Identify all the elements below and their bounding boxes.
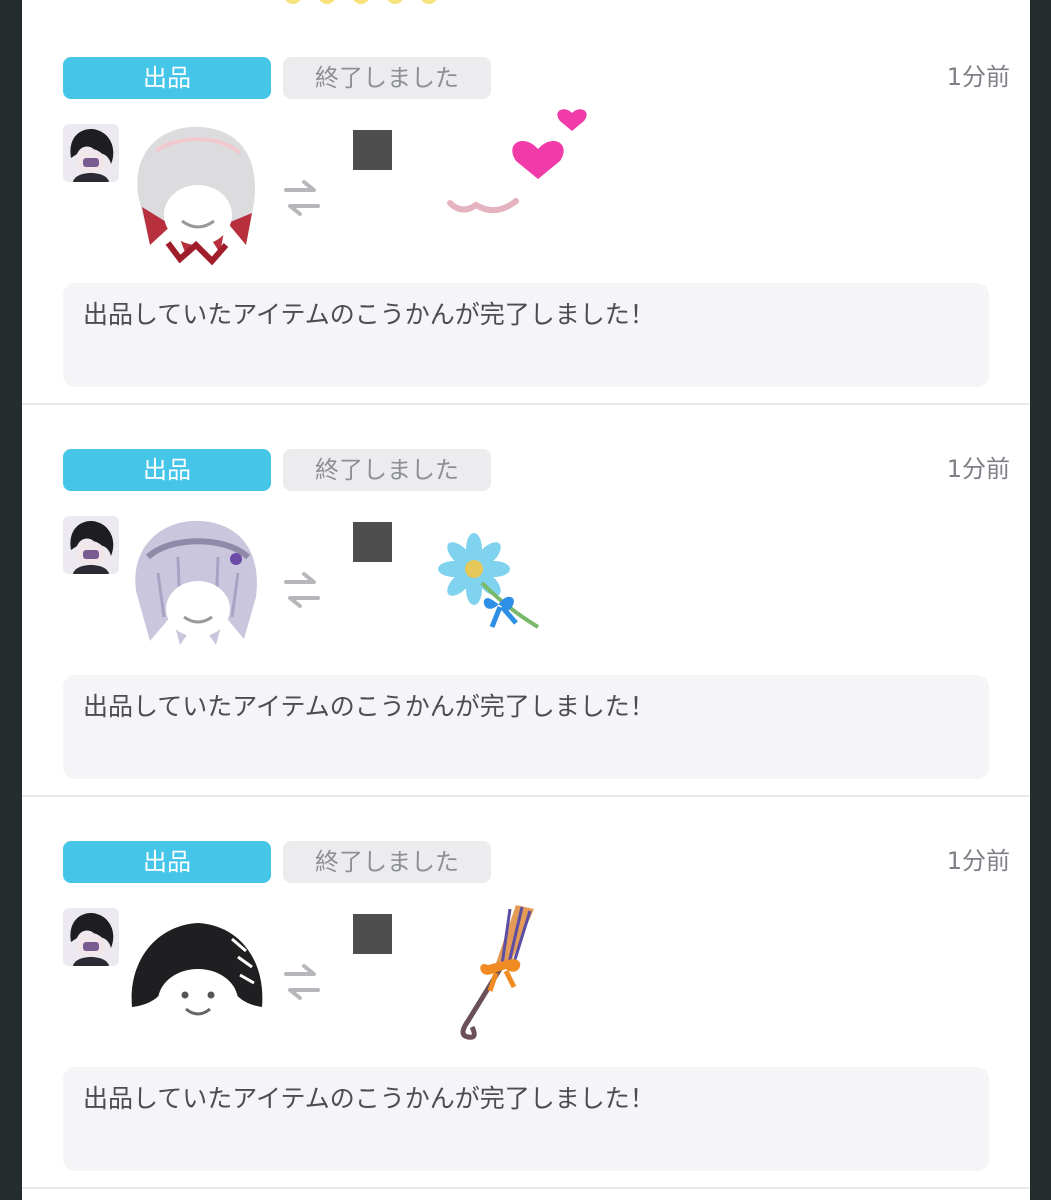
hidden-user-block: [353, 914, 392, 954]
rating-stars: [284, 0, 438, 4]
blue-flower-icon[interactable]: [412, 497, 592, 657]
avatar[interactable]: [63, 124, 119, 182]
message-box: 出品していたアイテムのこうかんが完了しました！: [63, 1067, 989, 1171]
exchange-arrows-icon: [284, 962, 320, 1002]
hidden-user-block: [353, 522, 392, 562]
message-box: 出品していたアイテムのこうかんが完了しました！: [63, 675, 989, 779]
type-tag: 出品: [63, 57, 271, 99]
notification-card[interactable]: 出品 終了しました 1分前 出品していたアイテムのこうかんが完了しました！: [22, 797, 1030, 1189]
star-icon: [352, 0, 370, 4]
star-icon: [318, 0, 336, 4]
type-tag: 出品: [63, 449, 271, 491]
timestamp: 1分前: [946, 455, 1010, 483]
timestamp: 1分前: [946, 63, 1010, 91]
status-tag: 終了しました: [283, 57, 491, 99]
star-icon: [284, 0, 302, 4]
message-box: 出品していたアイテムのこうかんが完了しました！: [63, 283, 989, 387]
hidden-user-block: [353, 130, 392, 170]
star-icon: [420, 0, 438, 4]
notification-card[interactable]: 出品 終了しました 1分前 出品していたアイテムのこうかんが完了しました！: [22, 13, 1030, 405]
notification-card[interactable]: 出品 終了しました 1分前 出品していたアイテムのこうかんが完了しました！: [22, 405, 1030, 797]
hearts-smile-icon[interactable]: [412, 105, 592, 265]
timestamp: 1分前: [946, 847, 1010, 875]
notification-panel: 出品 終了しました 1分前 出品していたアイテムのこうかんが完了しました！ 出品…: [22, 0, 1030, 1200]
lavender-hair-icon[interactable]: [128, 517, 268, 657]
witch-broom-icon[interactable]: [412, 889, 592, 1049]
type-tag: 出品: [63, 841, 271, 883]
star-icon: [386, 0, 404, 4]
black-hood-icon[interactable]: [128, 909, 268, 1049]
exchange-arrows-icon: [284, 570, 320, 610]
avatar[interactable]: [63, 908, 119, 966]
white-red-hair-icon[interactable]: [128, 125, 268, 266]
status-tag: 終了しました: [283, 449, 491, 491]
avatar[interactable]: [63, 516, 119, 574]
exchange-arrows-icon: [284, 178, 320, 218]
status-tag: 終了しました: [283, 841, 491, 883]
